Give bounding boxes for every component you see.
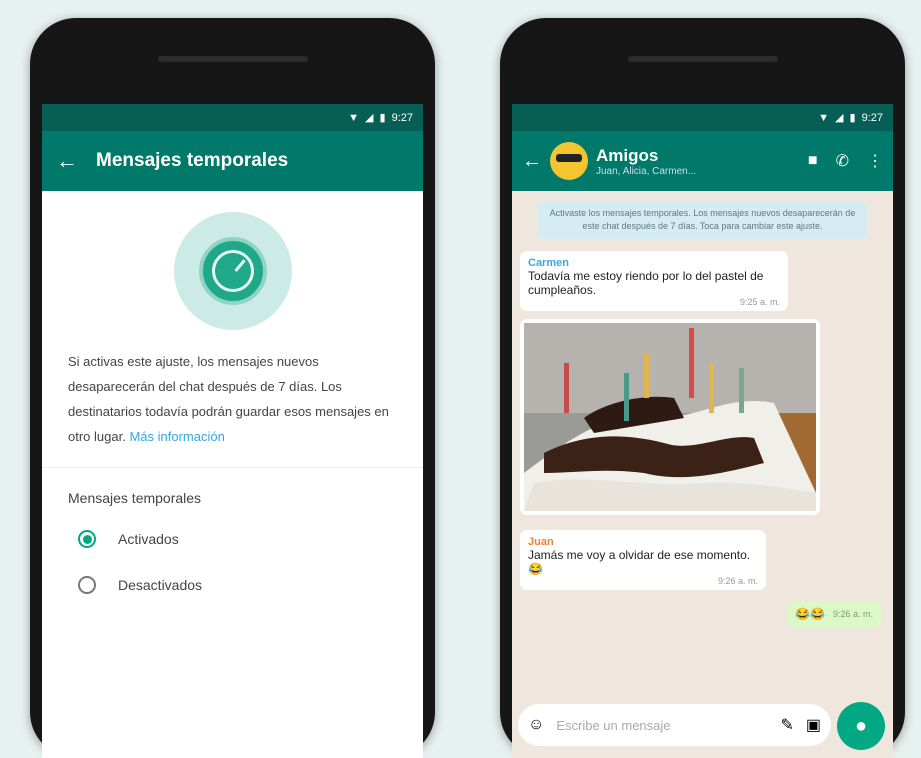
timer-dial [211,250,254,292]
photo-message[interactable] [520,319,820,515]
back-arrow-icon[interactable]: ← [522,150,542,173]
description: Si activas este ajuste, los mensajes nue… [42,331,423,468]
message-sender: Carmen [528,257,569,269]
sunglasses-icon [556,154,582,162]
group-avatar[interactable] [550,142,588,180]
option-label: Activados [118,531,179,547]
speaker-grille [157,56,308,62]
mic-button[interactable]: ● [837,702,885,750]
message-time: 9:25 a. m. [739,297,780,307]
timer-outer-circle [173,212,292,330]
message-composer: ☺ Escribe un mensaje ✎ ▣ [518,704,831,746]
signal-icon: ◢ [365,112,374,124]
message-juan: Juan Jamás me voy a olvidar de ese momen… [520,530,766,590]
timer-illustration [42,211,423,331]
radio-off-icon[interactable] [78,576,96,594]
microphone-icon: ● [854,714,868,737]
signal-icon: ◢ [835,112,844,124]
description-text: Si activas este ajuste, los mensajes nue… [68,354,389,444]
settings-screen: ▼ ◢ ▮ 9:27 ← Mensajes temporales Si acti… [42,104,423,758]
message-text: Todavía me estoy riendo por lo del paste… [528,269,764,297]
message-sender: Juan [528,536,554,548]
cake-photo[interactable] [524,323,816,511]
message-text: Jamás me voy a olvidar de ese momento. 😂 [528,548,751,576]
more-options-icon[interactable]: ⋮ [867,151,883,171]
status-time: 9:27 [861,111,883,124]
sent-text: 😂😂 [795,607,825,621]
wifi-icon: ▼ [818,111,830,124]
video-call-icon[interactable]: ■ [808,152,818,170]
option-desactivados[interactable]: Desactivados [42,562,423,608]
phone-right: ▼ ◢ ▮ 9:27 ← Amigos Juan, Alicia, Carmen… [500,18,905,758]
chat-name: Amigos [596,145,659,165]
message-input[interactable]: Escribe un mensaje [556,718,768,733]
learn-more-link[interactable]: Más información [129,429,224,444]
speaker-grille [627,56,778,62]
chat-body: Activaste los mensajes temporales. Los m… [512,191,893,758]
status-bar: ▼ ◢ ▮ 9:27 [42,104,423,131]
attach-icon[interactable]: ✎ [780,715,793,735]
chat-screen: ▼ ◢ ▮ 9:27 ← Amigos Juan, Alicia, Carmen… [512,104,893,758]
chat-members: Juan, Alicia, Carmen... [596,165,697,177]
status-time: 9:27 [391,111,413,124]
option-label: Desactivados [118,577,203,593]
sent-time: 9:26 a. m. [832,609,873,619]
battery-icon: ▮ [379,112,386,124]
message-carmen: Carmen Todavía me estoy riendo por lo de… [520,251,788,311]
radio-on-icon[interactable] [78,530,96,548]
emoji-icon[interactable]: ☺ [528,716,544,734]
camera-icon[interactable]: ▣ [806,715,821,735]
battery-icon: ▮ [849,112,856,124]
option-activados[interactable]: Activados [42,516,423,562]
wifi-icon: ▼ [348,111,360,124]
status-bar: ▼ ◢ ▮ 9:27 [512,104,893,131]
chat-info[interactable]: Amigos Juan, Alicia, Carmen... [596,146,800,177]
chat-header: ← Amigos Juan, Alicia, Carmen... ■ ✆ ⋮ [512,131,893,191]
back-arrow-icon[interactable]: ← [56,148,78,174]
chat-actions: ■ ✆ ⋮ [808,151,883,171]
message-time: 9:26 a. m. [717,576,758,586]
timer-icon [198,237,267,305]
system-message[interactable]: Activaste los mensajes temporales. Los m… [538,201,867,239]
app-bar: ← Mensajes temporales [42,131,423,191]
phone-left: ▼ ◢ ▮ 9:27 ← Mensajes temporales Si acti… [30,18,435,758]
section-title: Mensajes temporales [68,490,202,506]
sent-message: 😂😂 9:26 a. m. [787,601,881,627]
phone-call-icon[interactable]: ✆ [836,151,849,171]
page-title: Mensajes temporales [96,150,289,171]
